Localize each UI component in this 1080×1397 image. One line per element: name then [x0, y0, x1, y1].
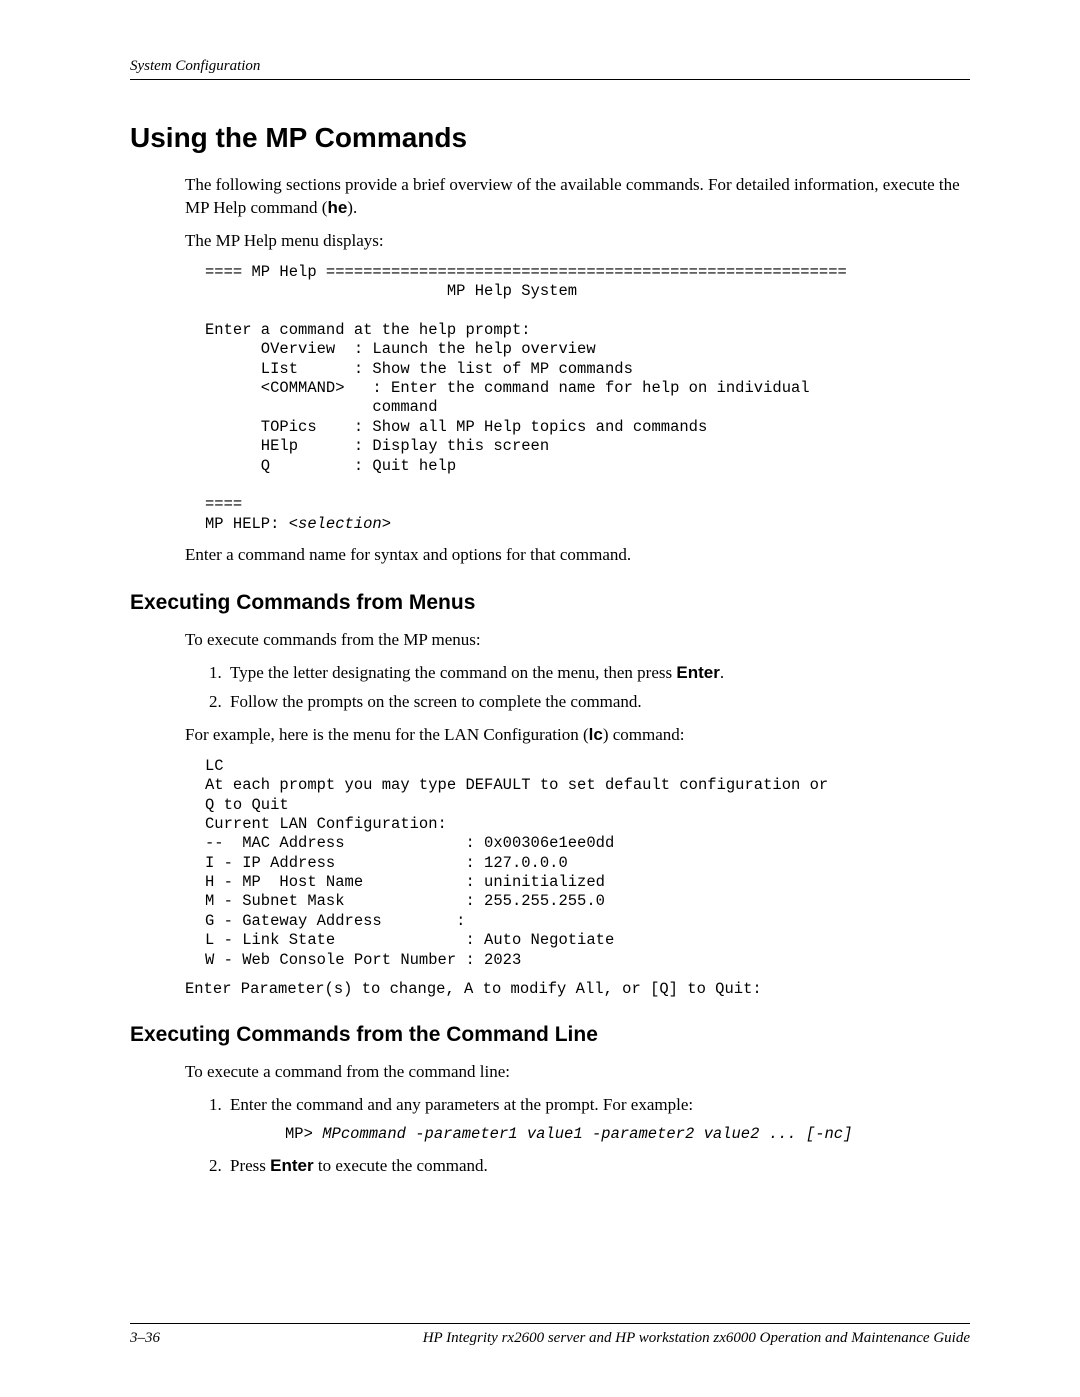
section-menus-heading: Executing Commands from Menus [130, 591, 970, 615]
footer-title: HP Integrity rx2600 server and HP workst… [423, 1330, 970, 1347]
page-title: Using the MP Commands [130, 122, 970, 154]
cmdline-step-1: Enter the command and any parameters at … [226, 1094, 970, 1144]
cmdline-example: MP> MPcommand -parameter1 value1 -parame… [285, 1125, 970, 1144]
menus-example-intro: For example, here is the menu for the LA… [185, 724, 970, 747]
section-cmdline-heading: Executing Commands from the Command Line [130, 1023, 970, 1047]
intro-paragraph-2: The MP Help menu displays: [185, 230, 970, 253]
intro-paragraph-1: The following sections provide a brief o… [185, 174, 970, 220]
cmdline-intro: To execute a command from the command li… [185, 1061, 970, 1084]
menus-steps: Type the letter designating the command … [226, 662, 970, 714]
page-footer: 3–36 HP Integrity rx2600 server and HP w… [130, 1323, 970, 1347]
after-help-paragraph: Enter a command name for syntax and opti… [185, 544, 970, 567]
help-menu-block: ==== MP Help ===========================… [205, 263, 970, 534]
cmdline-step-2: Press Enter to execute the command. [226, 1155, 970, 1178]
chapter-title: System Configuration [130, 58, 260, 74]
menus-step-1: Type the letter designating the command … [226, 662, 970, 685]
lc-prompt-line: Enter Parameter(s) to change, A to modif… [185, 980, 970, 999]
menus-intro: To execute commands from the MP menus: [185, 629, 970, 652]
running-header: System Configuration [130, 58, 970, 80]
cmdline-steps: Enter the command and any parameters at … [226, 1094, 970, 1177]
lc-config-block: LC At each prompt you may type DEFAULT t… [205, 757, 970, 970]
menus-step-2: Follow the prompts on the screen to comp… [226, 691, 970, 714]
page-number: 3–36 [130, 1330, 160, 1347]
